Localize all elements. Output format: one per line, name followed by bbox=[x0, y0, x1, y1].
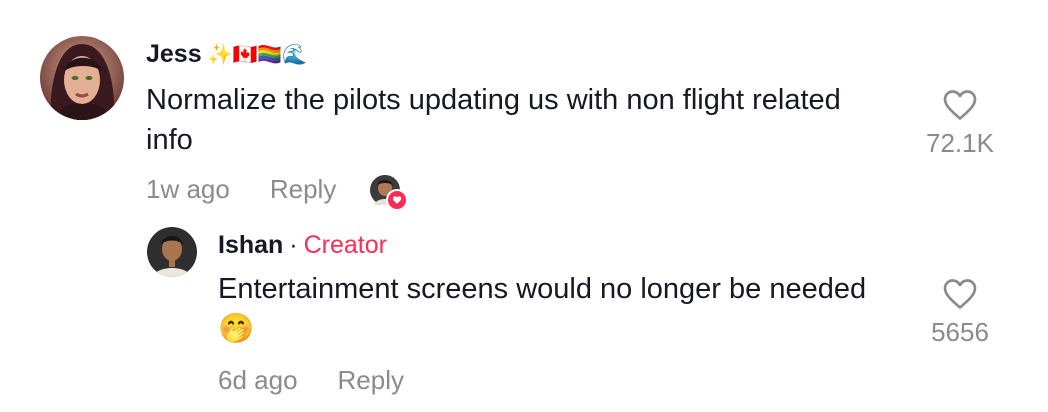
reply-button[interactable]: Reply bbox=[338, 365, 404, 396]
avatar-image bbox=[147, 227, 197, 277]
avatar-image bbox=[40, 36, 124, 120]
reply-time: 6d ago bbox=[218, 365, 298, 395]
heart-filled-icon bbox=[386, 188, 409, 211]
creator-liked-indicator bbox=[370, 174, 409, 211]
reply-text: Entertainment screens would no longer be… bbox=[218, 269, 868, 349]
like-count: 72.1K bbox=[926, 128, 994, 158]
reply-meta: 6d ago Reply bbox=[218, 365, 404, 396]
reply-emoji: 🤭 bbox=[218, 313, 255, 345]
username-emoji-badges: ✨🇨🇦🏳️‍🌈🌊 bbox=[207, 44, 308, 66]
avatar[interactable] bbox=[147, 227, 197, 277]
comment-time: 1w ago bbox=[146, 174, 230, 204]
username-separator: · bbox=[289, 231, 298, 259]
username-label: Jess bbox=[146, 40, 202, 68]
username-label: Ishan bbox=[218, 231, 284, 259]
reply-item: Ishan · Creator Entertainment screens wo… bbox=[0, 215, 1048, 412]
comment-username[interactable]: Jess ✨🇨🇦🏳️‍🌈🌊 bbox=[146, 40, 307, 69]
reply-text-body: Entertainment screens would no longer be… bbox=[218, 273, 867, 305]
heart-outline-icon bbox=[943, 90, 977, 120]
reply-button[interactable]: Reply bbox=[270, 174, 336, 205]
reply-username[interactable]: Ishan · Creator bbox=[218, 231, 387, 260]
creator-badge: Creator bbox=[303, 231, 387, 259]
avatar[interactable] bbox=[40, 36, 124, 120]
heart-outline-icon bbox=[943, 279, 977, 309]
like-count: 5656 bbox=[931, 317, 989, 347]
comment-item: Jess ✨🇨🇦🏳️‍🌈🌊 Normalize the pilots updat… bbox=[0, 0, 1048, 215]
like-button[interactable]: 5656 bbox=[915, 277, 1005, 348]
comment-meta: 1w ago Reply bbox=[146, 174, 409, 211]
like-button[interactable]: 72.1K bbox=[915, 88, 1005, 159]
comment-text: Normalize the pilots updating us with no… bbox=[146, 84, 841, 156]
